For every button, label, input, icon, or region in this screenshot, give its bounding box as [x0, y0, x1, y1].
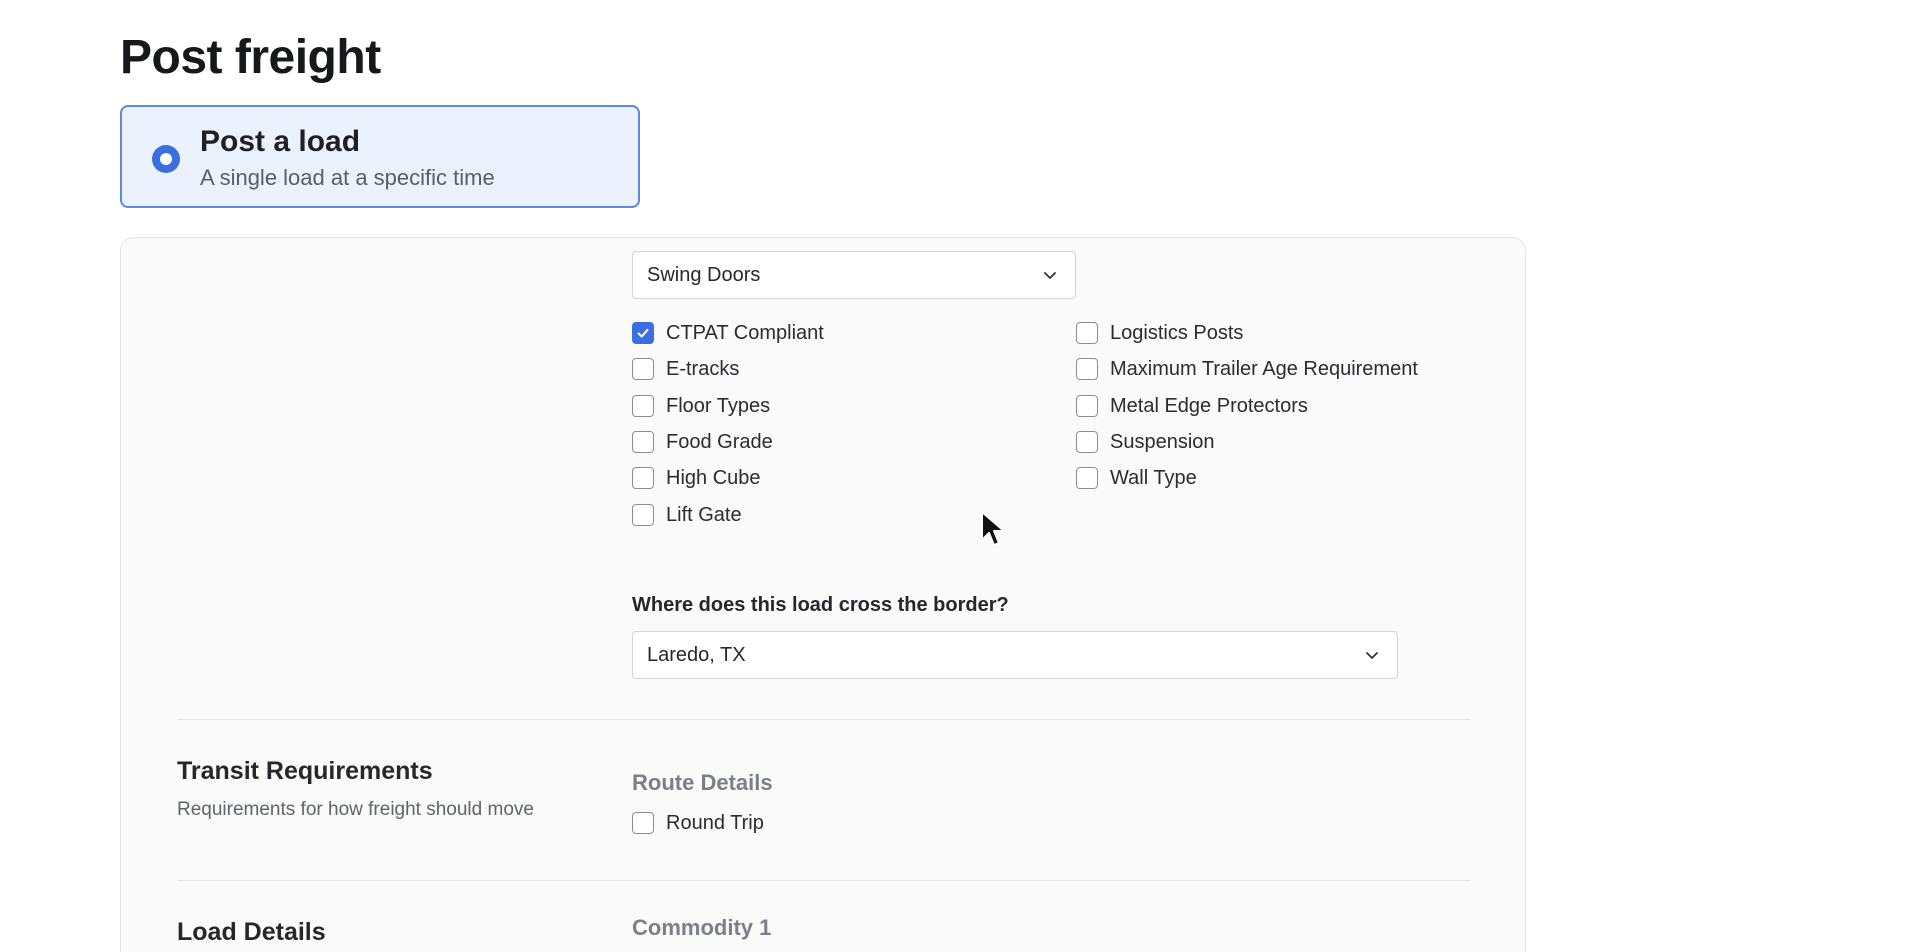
checkbox-label: Food Grade [666, 430, 773, 453]
checkbox-e-tracks[interactable]: E-tracks [632, 356, 739, 382]
checkbox-logistics-posts[interactable]: Logistics Posts [1076, 320, 1243, 346]
checkbox-icon[interactable] [1076, 322, 1098, 344]
checkbox-food-grade[interactable]: Food Grade [632, 429, 773, 455]
transit-requirements-description: Requirements for how freight should move [177, 799, 534, 820]
border-crossing-value: Laredo, TX [647, 644, 746, 666]
checkbox-label: Metal Edge Protectors [1110, 394, 1308, 417]
commodity-heading: Commodity 1 [632, 915, 772, 940]
checkbox-icon[interactable] [632, 504, 654, 526]
checkbox-wall-type[interactable]: Wall Type [1076, 465, 1197, 491]
transit-requirements-title: Transit Requirements [177, 757, 433, 785]
page-title: Post freight [120, 31, 381, 84]
checkbox-icon[interactable] [1076, 431, 1098, 453]
option-title: Post a load [200, 125, 361, 158]
checkbox-ctpat-compliant[interactable]: CTPAT Compliant [632, 320, 824, 346]
checkbox-label: Wall Type [1110, 466, 1197, 489]
checkbox-icon[interactable] [632, 431, 654, 453]
checkbox-label: Maximum Trailer Age Requirement [1110, 357, 1418, 380]
load-details-title: Load Details [177, 918, 326, 946]
radio-selected-icon[interactable] [152, 145, 180, 173]
checkbox-icon[interactable] [632, 358, 654, 380]
section-divider [177, 719, 1471, 720]
form-panel: Swing Doors CTPAT Compliant E-tracks Flo… [120, 237, 1526, 952]
checkbox-high-cube[interactable]: High Cube [632, 465, 761, 491]
checkbox-round-trip[interactable]: Round Trip [632, 810, 764, 836]
checkbox-checked-icon[interactable] [632, 322, 654, 344]
route-details-heading: Route Details [632, 770, 773, 795]
checkbox-metal-edge-protectors[interactable]: Metal Edge Protectors [1076, 393, 1308, 419]
checkbox-label: CTPAT Compliant [666, 321, 824, 344]
checkbox-label: Logistics Posts [1110, 321, 1244, 344]
checkbox-floor-types[interactable]: Floor Types [632, 393, 770, 419]
chevron-down-icon [1044, 272, 1056, 279]
checkbox-label: Lift Gate [666, 503, 742, 526]
checkbox-label: Round Trip [666, 811, 764, 834]
checkbox-label: Floor Types [666, 394, 771, 417]
border-crossing-select[interactable]: Laredo, TX [632, 631, 1398, 679]
checkbox-icon[interactable] [632, 467, 654, 489]
checkbox-label: Suspension [1110, 430, 1215, 453]
option-subtitle: A single load at a specific time [200, 165, 495, 190]
checkbox-icon[interactable] [1076, 395, 1098, 417]
door-type-value: Swing Doors [647, 264, 761, 286]
checkbox-suspension[interactable]: Suspension [1076, 429, 1215, 455]
checkbox-maximum-trailer-age[interactable]: Maximum Trailer Age Requirement [1076, 356, 1418, 382]
checkbox-icon[interactable] [632, 812, 654, 834]
post-a-load-option[interactable]: Post a load A single load at a specific … [120, 105, 640, 208]
chevron-down-icon [1366, 652, 1378, 659]
door-type-select[interactable]: Swing Doors [632, 251, 1076, 299]
border-crossing-label: Where does this load cross the border? [632, 594, 1009, 616]
checkbox-label: High Cube [666, 466, 761, 489]
section-divider [177, 880, 1471, 881]
checkbox-icon[interactable] [1076, 358, 1098, 380]
checkbox-icon[interactable] [1076, 467, 1098, 489]
checkbox-lift-gate[interactable]: Lift Gate [632, 502, 742, 528]
mouse-cursor-icon [981, 511, 1005, 546]
checkbox-label: E-tracks [666, 357, 740, 380]
checkbox-icon[interactable] [632, 395, 654, 417]
